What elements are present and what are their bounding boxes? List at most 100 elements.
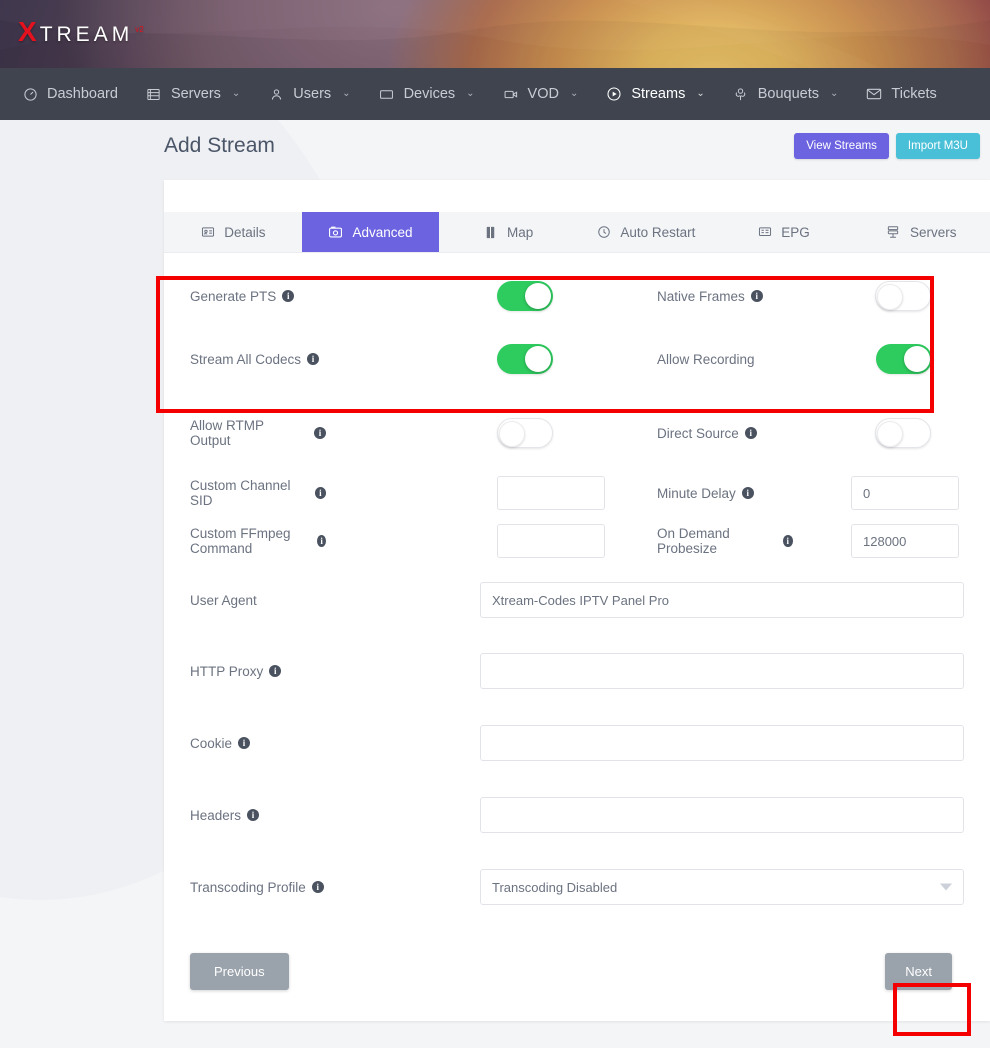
next-button[interactable]: Next [885, 953, 952, 990]
label-custom-ffmpeg-command: Custom FFmpeg Command i [190, 526, 326, 556]
info-icon[interactable]: i [312, 881, 324, 893]
previous-button[interactable]: Previous [190, 953, 289, 990]
info-icon[interactable]: i [307, 353, 319, 365]
custom-ffmpeg-command-input[interactable] [497, 524, 605, 558]
select-wrap-transcoding-profile [480, 869, 964, 905]
headers-input[interactable] [480, 797, 964, 833]
info-icon[interactable]: i [742, 487, 754, 499]
nav-item-devices[interactable]: Devices ⌄ [365, 68, 489, 120]
view-streams-button[interactable]: View Streams [794, 133, 889, 159]
transcoding-profile-selectbox[interactable] [480, 869, 964, 905]
toggle-allow-rtmp-output[interactable] [497, 418, 553, 448]
toggle-wrap-allow-rtmp-output [497, 418, 657, 448]
label-custom-channel-sid: Custom Channel SID i [190, 478, 326, 508]
video-icon [503, 86, 519, 102]
toggle-stream-all-codecs[interactable] [497, 344, 553, 374]
minute-delay-input[interactable] [851, 476, 959, 510]
info-icon[interactable]: i [282, 290, 294, 302]
card-top-spacer [164, 180, 990, 212]
custom-channel-sid-input[interactable] [497, 476, 605, 510]
label-allow-rtmp-output: Allow RTMP Output i [190, 418, 326, 448]
nav-item-dashboard[interactable]: Dashboard [8, 68, 132, 120]
toggle-knob [904, 346, 930, 372]
info-icon[interactable]: i [269, 665, 281, 677]
info-icon[interactable]: i [745, 427, 757, 439]
info-icon[interactable]: i [238, 737, 250, 749]
label-cookie: Cookie i [190, 736, 480, 751]
nav-item-bouquets[interactable]: Bouquets ⌄ [719, 68, 853, 120]
label-allow-recording: Allow Recording [657, 352, 793, 367]
server-rack-icon [886, 225, 901, 240]
nav-item-servers[interactable]: Servers ⌄ [132, 68, 254, 120]
field-custom-channel-sid: Custom Channel SID i [190, 478, 497, 508]
tab-advanced[interactable]: Advanced [302, 212, 440, 252]
form-tabs[interactable]: Details Advanced M [164, 212, 990, 253]
label-text: Custom FFmpeg Command [190, 526, 311, 556]
toggle-allow-recording[interactable] [876, 344, 932, 374]
xtream-logo[interactable]: XTREAMv2 [18, 18, 144, 47]
info-icon[interactable]: i [783, 535, 794, 547]
label-direct-source: Direct Source i [657, 426, 793, 441]
page-body: Add Stream View Streams Import M3U Detai… [0, 120, 990, 1048]
logo-wordmark: TREAM [40, 23, 134, 47]
info-icon[interactable]: i [314, 427, 326, 439]
toggle-knob [877, 284, 903, 310]
tab-details[interactable]: Details [164, 212, 302, 252]
import-m3u-button[interactable]: Import M3U [896, 133, 980, 159]
toggle-wrap-generate-pts [497, 281, 657, 311]
logo-superscript: v2 [135, 25, 143, 34]
label-text: Allow Recording [657, 352, 755, 367]
form-row-cookie: Cookie i [190, 707, 964, 779]
field-allow-recording: Allow Recording [657, 344, 964, 374]
label-http-proxy: HTTP Proxy i [190, 664, 480, 679]
nav-label: VOD [528, 68, 559, 120]
nav-item-users[interactable]: Users ⌄ [254, 68, 364, 120]
nav-label: Dashboard [47, 68, 118, 120]
nav-item-vod[interactable]: VOD ⌄ [489, 68, 593, 120]
advanced-form: Generate PTS i Native Frames i [164, 253, 990, 1021]
info-icon[interactable]: i [315, 487, 326, 499]
nav-label: Users [293, 68, 331, 120]
gauge-icon [22, 86, 38, 102]
input-wrap-http-proxy [480, 653, 964, 689]
form-row-stream-all-codecs: Stream All Codecs i Allow Recording [190, 321, 964, 397]
info-icon[interactable]: i [247, 809, 259, 821]
label-text: Cookie [190, 736, 232, 751]
on-demand-probesize-input[interactable] [851, 524, 959, 558]
toggle-native-frames[interactable] [875, 281, 931, 311]
nav-item-tickets[interactable]: Tickets [852, 68, 950, 120]
transcoding-profile-select[interactable] [480, 869, 964, 905]
cookie-input[interactable] [480, 725, 964, 761]
active-nav-pointer [683, 119, 703, 120]
tab-servers[interactable]: Servers [852, 212, 990, 252]
input-wrap-custom-channel-sid [497, 476, 657, 510]
label-text: Custom Channel SID [190, 478, 309, 508]
label-text: Headers [190, 808, 241, 823]
toggle-knob [499, 421, 525, 447]
form-row-http-proxy: HTTP Proxy i [190, 635, 964, 707]
nav-item-streams[interactable]: Streams ⌄ [592, 68, 718, 120]
tab-epg[interactable]: EPG [715, 212, 853, 252]
label-text: Generate PTS [190, 289, 276, 304]
toggle-wrap-stream-all-codecs [497, 344, 657, 374]
user-agent-input[interactable] [480, 582, 964, 618]
envelope-icon [866, 86, 882, 102]
field-stream-all-codecs: Stream All Codecs i [190, 352, 497, 367]
logo-x-mark: X [18, 18, 37, 46]
chevron-down-icon: ⌄ [232, 68, 240, 120]
input-wrap-custom-ffmpeg-command [497, 524, 657, 558]
info-icon[interactable]: i [751, 290, 763, 302]
toggle-generate-pts[interactable] [497, 281, 553, 311]
toggle-direct-source[interactable] [875, 418, 931, 448]
info-icon[interactable]: i [317, 535, 326, 547]
http-proxy-input[interactable] [480, 653, 964, 689]
main-navigation[interactable]: Dashboard Servers ⌄ Users ⌄ Devices ⌄ [0, 68, 990, 120]
form-row-custom-channel-sid: Custom Channel SID i Minute Delay i [190, 469, 964, 517]
field-on-demand-probesize: On Demand Probesize i [657, 524, 964, 558]
server-icon [146, 86, 162, 102]
tab-auto-restart[interactable]: Auto Restart [577, 212, 715, 252]
tab-map[interactable]: Map [439, 212, 577, 252]
form-row-transcoding-profile: Transcoding Profile i [190, 851, 964, 923]
stream-form-card: Details Advanced M [164, 180, 990, 1021]
book-icon [483, 225, 498, 240]
